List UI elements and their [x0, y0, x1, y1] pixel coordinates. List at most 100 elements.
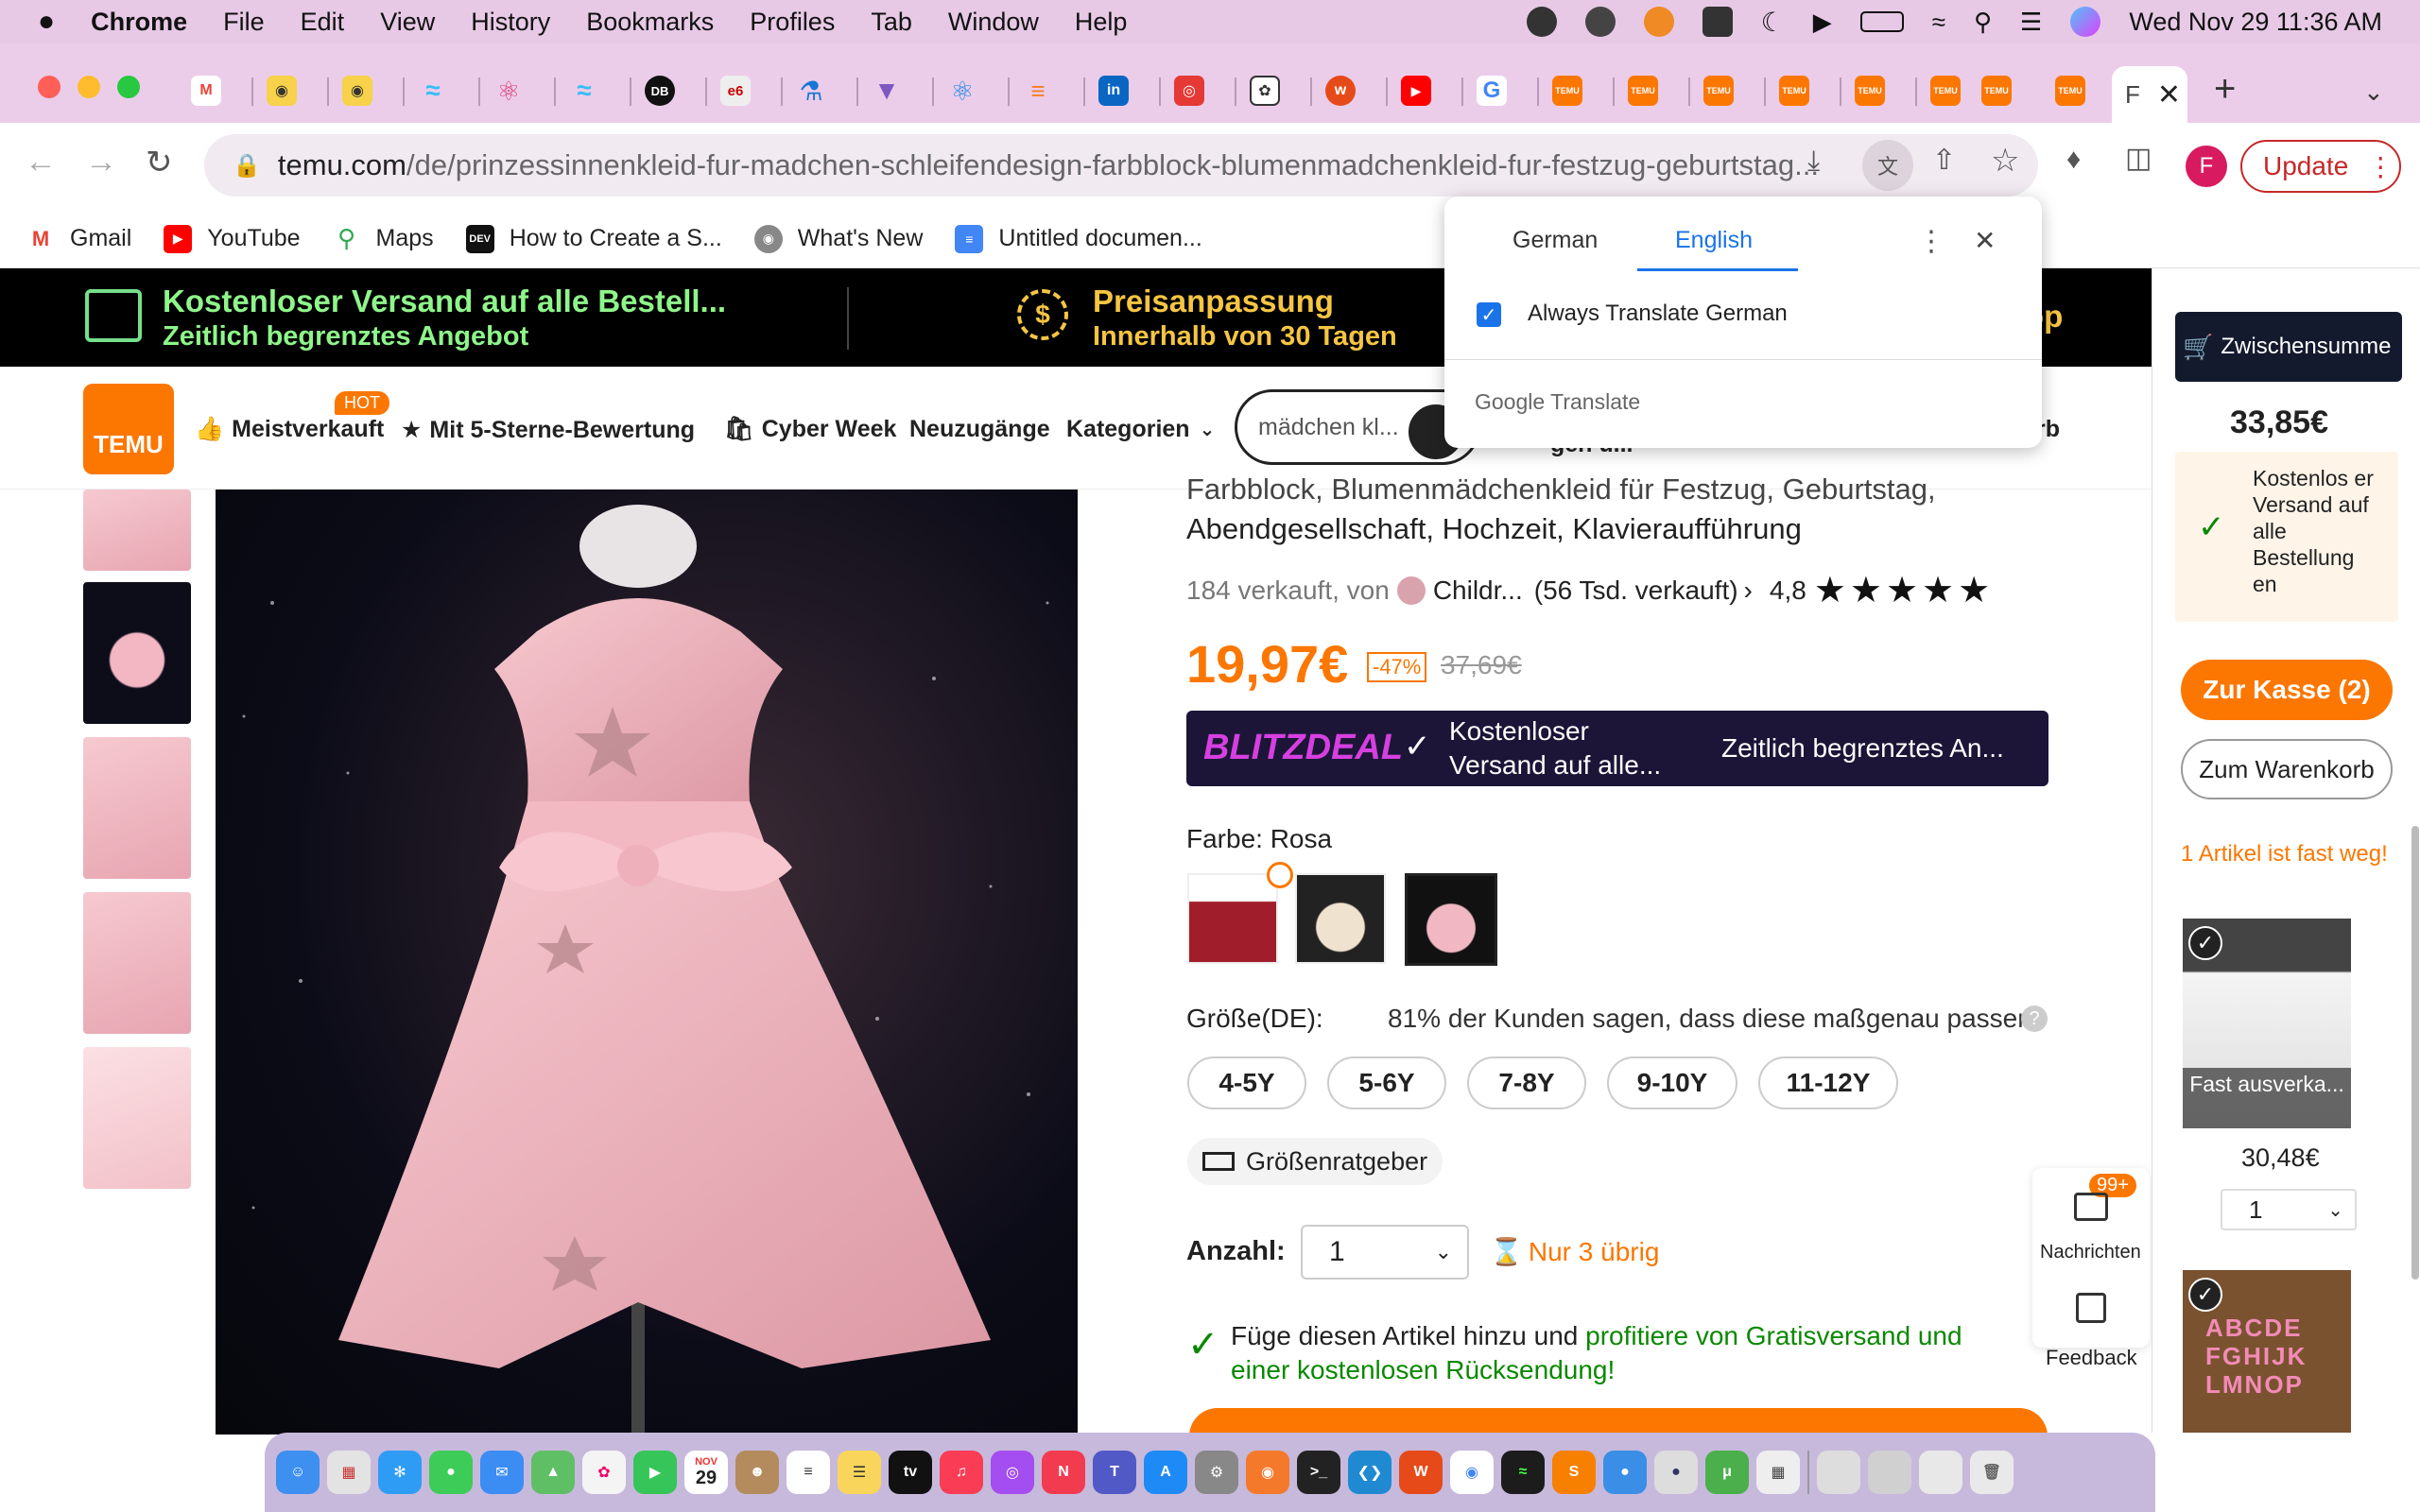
menu-bookmarks[interactable]: Bookmarks [586, 8, 714, 37]
new-tab-icon[interactable]: + [2214, 68, 2236, 111]
item-check-icon[interactable]: ✓ [2188, 1278, 2222, 1312]
tab-db[interactable]: DB [635, 70, 684, 112]
messages-label[interactable]: Nachrichten [2040, 1242, 2141, 1263]
cart-item-mattress[interactable]: ✓ Fast ausverka... [2183, 919, 2351, 1128]
play-icon[interactable]: ▶ [1813, 8, 1832, 37]
chrome-icon[interactable]: ◉ [1450, 1451, 1494, 1494]
mail-icon[interactable]: ✉ [480, 1451, 524, 1494]
note-link-2[interactable]: einer kostenlosen Rücksendung! [1231, 1355, 1615, 1384]
tab-temu-6[interactable]: TEMU [1921, 70, 1970, 112]
nav-new-arrivals[interactable]: Neuzugänge [909, 416, 1050, 443]
moon-icon[interactable]: ☾ [1761, 7, 1785, 38]
messages-icon[interactable]: ● [429, 1451, 473, 1494]
product-thumbnail-3[interactable] [83, 737, 191, 879]
chevron-right-icon[interactable]: › [1744, 576, 1753, 606]
tab-gmail[interactable]: M [182, 70, 231, 112]
install-icon[interactable]: ⤓ [1807, 146, 1820, 178]
item-check-icon[interactable]: ✓ [2188, 926, 2222, 960]
finder-icon[interactable]: ☺ [276, 1451, 320, 1494]
utorrent-icon[interactable]: μ [1705, 1451, 1749, 1494]
bookmark-maps[interactable]: ⚲ Maps [333, 224, 434, 253]
product-thumbnail-1[interactable] [83, 490, 191, 571]
firefox-icon[interactable]: ◉ [1246, 1451, 1289, 1494]
tab-wave-2[interactable]: ≈ [560, 70, 609, 112]
tab-temu-7[interactable]: TEMU [1972, 70, 2021, 112]
w-red-icon[interactable]: W [1399, 1451, 1443, 1494]
menu-window[interactable]: Window [948, 8, 1039, 37]
always-translate-checkbox[interactable]: ✓ [1477, 302, 1501, 327]
product-thumbnail-5[interactable] [83, 1047, 191, 1189]
calendar-icon[interactable]: NOV 29 [684, 1451, 728, 1494]
kebab-menu-icon[interactable]: ⋮ [1917, 225, 1945, 258]
docs-stack-icon[interactable] [1868, 1451, 1911, 1494]
bookmark-docs[interactable]: ≡ Untitled documen... [955, 224, 1202, 253]
zoom-window-icon[interactable] [117, 76, 140, 98]
settings-icon[interactable]: ⚙ [1195, 1451, 1238, 1494]
color-swatch-red[interactable] [1187, 873, 1278, 964]
activity-monitor-icon[interactable]: ≈ [1501, 1451, 1545, 1494]
update-button[interactable]: Update ⋮ [2240, 140, 2401, 193]
terminal-icon[interactable]: >_ [1297, 1451, 1340, 1494]
close-tab-icon[interactable]: ✕ [2157, 78, 2181, 112]
tab-chatgpt[interactable]: ✿ [1240, 70, 1289, 112]
translate-icon[interactable]: 文 [1862, 140, 1913, 191]
trash-icon[interactable]: 🗑 [1970, 1451, 2014, 1494]
nav-cyber-week[interactable]: 🛍 Cyber Week [724, 416, 896, 443]
battery-icon[interactable] [1859, 11, 1904, 32]
w-icon[interactable] [1702, 7, 1733, 37]
wifi-icon[interactable]: ≈ [1932, 8, 1945, 37]
address-bar[interactable]: 🔒 temu.com/de/prinzessinnenkleid-fur-mad… [204, 134, 2038, 197]
tab-temu-1[interactable]: TEMU [1543, 70, 1592, 112]
quantity-select[interactable]: 1 ⌄ [1301, 1225, 1469, 1280]
preview-icon[interactable]: ▦ [1756, 1451, 1800, 1494]
menu-app-name[interactable]: Chrome [91, 8, 187, 37]
menu-profiles[interactable]: Profiles [750, 8, 835, 37]
menubar-clock[interactable]: Wed Nov 29 11:36 AM [2129, 8, 2382, 37]
menu-view[interactable]: View [380, 8, 435, 37]
reload-icon[interactable]: ↻ [146, 144, 173, 181]
cart-item-qty-select[interactable]: 1 ⌄ [2221, 1189, 2357, 1230]
size-guide-button[interactable]: Größenratgeber [1187, 1138, 1443, 1185]
tab-active[interactable]: F ✕ [2112, 66, 2187, 123]
bookmark-star-icon[interactable]: ☆ [1991, 142, 2019, 180]
chat-icon[interactable] [2074, 1193, 2108, 1221]
tab-temu-3[interactable]: TEMU [1694, 70, 1743, 112]
product-main-image[interactable] [216, 490, 1078, 1435]
maps-icon[interactable]: ▲ [531, 1451, 575, 1494]
tab-react-1[interactable]: ⚛ [484, 70, 533, 112]
bookmark-youtube[interactable]: ▶ YouTube [164, 224, 301, 253]
tab-youtube[interactable]: ▶ [1392, 70, 1441, 112]
size-option-11-12y[interactable]: 11-12Y [1758, 1057, 1898, 1109]
product-thumbnail-2[interactable] [83, 582, 191, 724]
reminders-icon[interactable]: ≡ [786, 1451, 830, 1494]
forward-icon[interactable]: → [85, 144, 117, 180]
music-icon[interactable]: ♫ [940, 1451, 983, 1494]
screenshots-stack-icon[interactable] [1919, 1451, 1962, 1494]
product-thumbnail-4[interactable] [83, 892, 191, 1034]
tab-w[interactable]: w [1316, 70, 1365, 112]
tab-english[interactable]: English [1675, 227, 1753, 254]
rating-stars-icon[interactable]: ★★★★★ [1814, 569, 1994, 611]
feedback-label[interactable]: Feedback [2046, 1346, 2137, 1370]
apple-menu-icon[interactable]: ● [38, 6, 55, 38]
control-center-icon[interactable]: ☰ [2020, 8, 2042, 37]
menu-history[interactable]: History [471, 8, 550, 37]
news-icon[interactable]: N [1042, 1451, 1085, 1494]
back-icon[interactable]: ← [25, 144, 57, 180]
tab-temu-2[interactable]: TEMU [1618, 70, 1668, 112]
tab-linkedin[interactable]: in [1089, 70, 1138, 112]
color-swatch-champagne[interactable] [1295, 873, 1386, 964]
facetime-icon[interactable]: ▶ [633, 1451, 677, 1494]
notes-icon[interactable]: ☰ [838, 1451, 881, 1494]
tab-german[interactable]: German [1512, 227, 1598, 254]
teams-icon[interactable]: T [1093, 1451, 1136, 1494]
tab-wave-1[interactable]: ≈ [408, 70, 458, 112]
close-window-icon[interactable] [38, 76, 60, 98]
appletv-icon[interactable]: tv [889, 1451, 932, 1494]
postgres-icon[interactable]: ● [1654, 1451, 1698, 1494]
menu-tab[interactable]: Tab [871, 8, 912, 37]
tab-owl-2[interactable]: ◉ [333, 70, 382, 112]
tableplus-icon[interactable]: ● [1603, 1451, 1647, 1494]
tab-owl-1[interactable]: ◉ [257, 70, 306, 112]
vscode-icon[interactable]: ❮❯ [1348, 1451, 1392, 1494]
